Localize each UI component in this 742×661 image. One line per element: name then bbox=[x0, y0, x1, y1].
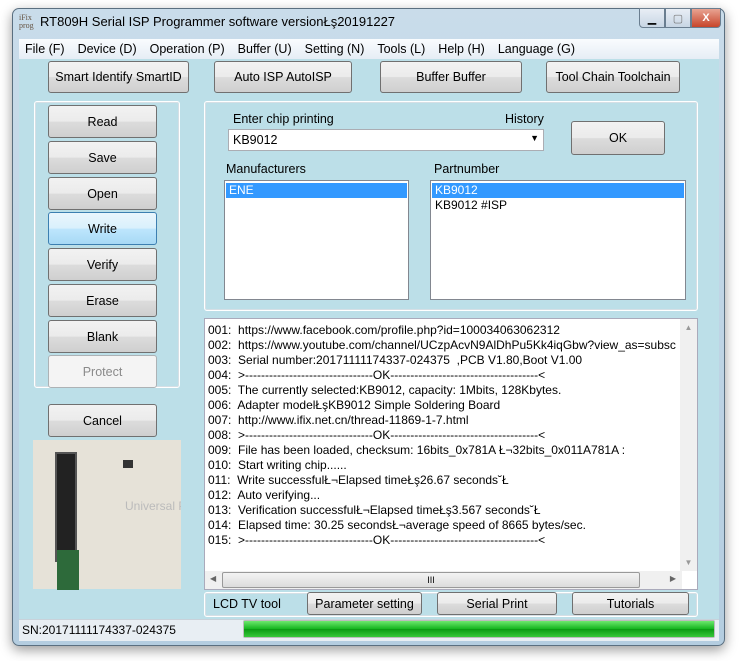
maximize-icon: ▢ bbox=[672, 12, 684, 25]
log-line: 005: The currently selected:KB9012, capa… bbox=[208, 383, 562, 397]
chip-input-label: Enter chip printing bbox=[233, 112, 334, 126]
scroll-thumb[interactable]: III bbox=[222, 572, 640, 588]
menu-file[interactable]: File (F) bbox=[25, 42, 65, 56]
parameter-setting-button[interactable]: Parameter setting bbox=[307, 592, 422, 615]
close-icon: X bbox=[702, 12, 710, 24]
history-label: History bbox=[505, 112, 544, 126]
manufacturers-label: Manufacturers bbox=[226, 162, 306, 176]
menu-tools[interactable]: Tools (L) bbox=[377, 42, 425, 56]
ok-button[interactable]: OK bbox=[571, 121, 665, 155]
verify-button[interactable]: Verify bbox=[48, 248, 157, 281]
log-line: 009: File has been loaded, checksum: 16b… bbox=[208, 443, 626, 457]
log-line: 014: Elapsed time: 30.25 secondsŁ¬averag… bbox=[208, 518, 586, 532]
chip-input[interactable]: KB9012 ▼ bbox=[228, 129, 544, 151]
write-button[interactable]: Write bbox=[48, 212, 157, 245]
scroll-up-icon[interactable]: ▲ bbox=[680, 323, 697, 332]
read-button[interactable]: Read bbox=[48, 105, 157, 138]
minimize-button[interactable]: ▁ bbox=[639, 8, 665, 28]
image-caption: Universal Programmer bbox=[125, 500, 181, 513]
log-line: 015: >--------------------------------OK… bbox=[208, 533, 546, 547]
app-logo: iFix prog bbox=[19, 13, 34, 30]
vertical-scrollbar[interactable]: ▲ ▼ bbox=[680, 319, 697, 571]
list-item[interactable]: KB9012 bbox=[432, 183, 684, 198]
partnumber-list[interactable]: KB9012 KB9012 #ISP bbox=[430, 180, 686, 300]
menu-setting[interactable]: Setting (N) bbox=[305, 42, 365, 56]
serial-print-button[interactable]: Serial Print bbox=[437, 592, 557, 615]
log-line: 002: https://www.youtube.com/channel/UCz… bbox=[208, 338, 676, 352]
log-line: 006: Adapter modelŁşKB9012 Simple Solder… bbox=[208, 398, 501, 412]
menu-language[interactable]: Language (G) bbox=[498, 42, 575, 56]
programmer-image: Universal Programmer bbox=[33, 440, 181, 590]
tutorials-button[interactable]: Tutorials bbox=[572, 592, 689, 615]
log-line: 010: Start writing chip...... bbox=[208, 458, 347, 472]
list-item[interactable]: KB9012 #ISP bbox=[432, 198, 684, 213]
scroll-down-icon[interactable]: ▼ bbox=[680, 558, 697, 567]
erase-button[interactable]: Erase bbox=[48, 284, 157, 317]
menu-help[interactable]: Help (H) bbox=[438, 42, 485, 56]
close-button[interactable]: X bbox=[691, 8, 721, 28]
log-line: 003: Serial number:20171111174337-024375… bbox=[208, 353, 583, 367]
log-line: 004: >--------------------------------OK… bbox=[208, 368, 546, 382]
menu-device[interactable]: Device (D) bbox=[78, 42, 137, 56]
minimize-icon: ▁ bbox=[647, 12, 657, 25]
lcd-tv-tool-label: LCD TV tool bbox=[213, 597, 281, 611]
scroll-right-icon[interactable]: ▶ bbox=[670, 574, 676, 583]
window-title: RT809H Serial ISP Programmer software ve… bbox=[40, 14, 396, 29]
open-button[interactable]: Open bbox=[48, 177, 157, 210]
log-line: 007: http://www.ifix.net.cn/thread-11869… bbox=[208, 413, 469, 427]
menu-operation[interactable]: Operation (P) bbox=[150, 42, 225, 56]
log-lines: 001: https://www.facebook.com/profile.ph… bbox=[208, 323, 682, 548]
partnumber-label: Partnumber bbox=[434, 162, 500, 176]
chip-input-value: KB9012 bbox=[233, 133, 278, 147]
list-item[interactable]: ENE bbox=[226, 183, 407, 198]
auto-isp-button[interactable]: Auto ISP AutoISP bbox=[214, 61, 352, 93]
log-output[interactable]: 001: https://www.facebook.com/profile.ph… bbox=[204, 318, 698, 590]
blank-button[interactable]: Blank bbox=[48, 320, 157, 353]
protect-button: Protect bbox=[48, 355, 157, 388]
maximize-button[interactable]: ▢ bbox=[665, 8, 691, 28]
log-line: 012: Auto verifying... bbox=[208, 488, 321, 502]
log-line: 008: >--------------------------------OK… bbox=[208, 428, 546, 442]
log-line: 011: Write successfulŁ¬Elapsed timeŁş26.… bbox=[208, 473, 509, 487]
menu-buffer[interactable]: Buffer (U) bbox=[238, 42, 292, 56]
smart-identify-button[interactable]: Smart Identify SmartID bbox=[48, 61, 189, 93]
manufacturers-list[interactable]: ENE bbox=[224, 180, 409, 300]
horizontal-scrollbar[interactable]: ◀ III ▶ bbox=[205, 571, 682, 589]
log-line: 001: https://www.facebook.com/profile.ph… bbox=[208, 323, 560, 337]
toolchain-button[interactable]: Tool Chain Toolchain bbox=[546, 61, 680, 93]
log-line: 013: Verification successfulŁ¬Elapsed ti… bbox=[208, 503, 541, 517]
dropdown-arrow-icon[interactable]: ▼ bbox=[530, 133, 539, 143]
menu-bar: File (F) Device (D) Operation (P) Buffer… bbox=[19, 39, 719, 59]
cancel-button[interactable]: Cancel bbox=[48, 404, 157, 437]
progress-fill bbox=[244, 621, 714, 637]
serial-number-status: SN:20171111174337-024375 bbox=[22, 623, 176, 637]
buffer-button[interactable]: Buffer Buffer bbox=[380, 61, 522, 93]
progress-bar bbox=[243, 620, 715, 638]
scroll-left-icon[interactable]: ◀ bbox=[210, 574, 216, 583]
save-button[interactable]: Save bbox=[48, 141, 157, 174]
